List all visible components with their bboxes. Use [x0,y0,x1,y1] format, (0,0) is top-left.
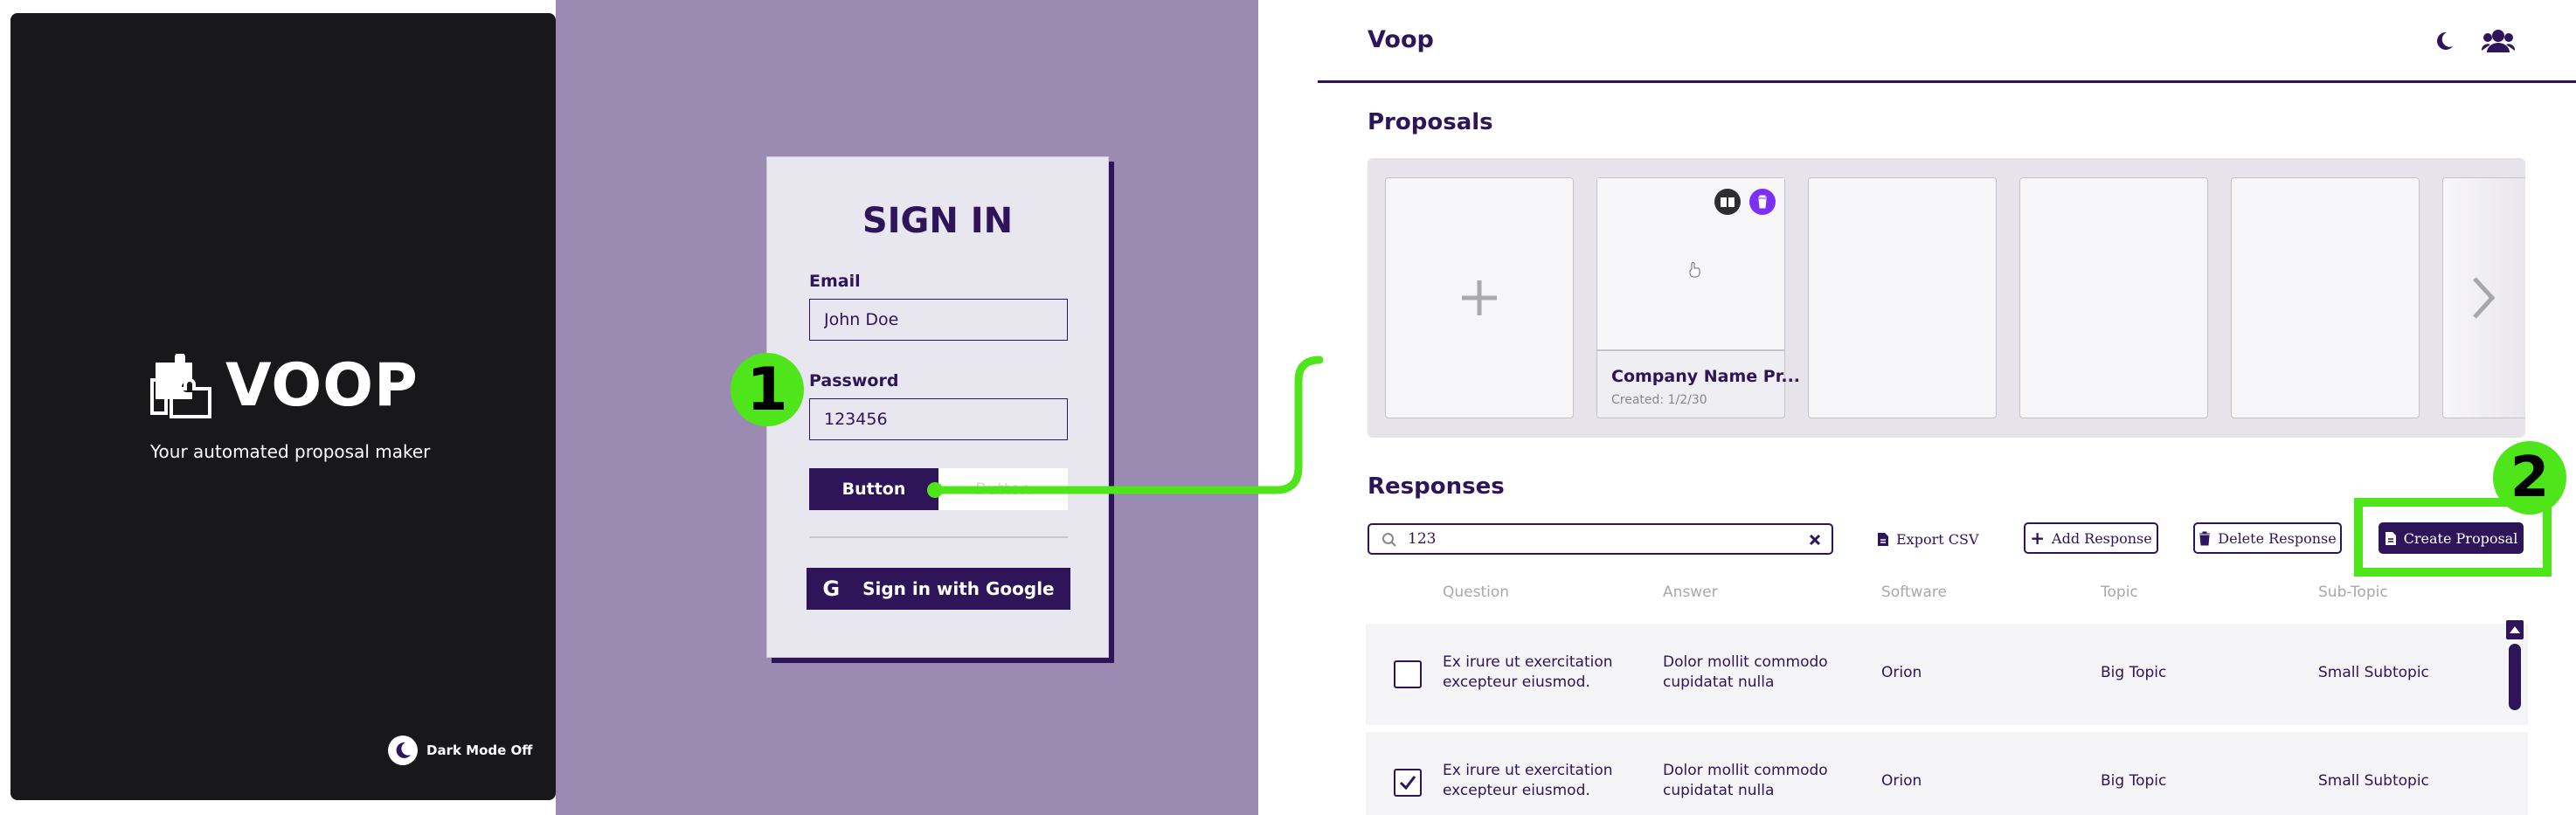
topic-cell: Big Topic [2101,664,2167,681]
proposals-carousel: Company Name Pr... Created: 1/2/30 [1368,158,2525,438]
column-header-software[interactable]: Software [1881,584,1947,601]
software-cell: Orion [1881,664,1922,681]
question-cell: Ex irure ut exercitation excepteur eiusm… [1443,762,1613,799]
file-icon [1878,532,1888,546]
scroll-up-button[interactable] [2506,620,2524,639]
plus-icon [1462,280,1497,315]
proposal-card-empty[interactable] [1808,177,1997,418]
plus-icon: + [2030,528,2046,549]
subtopic-cell: Small Subtopic [2318,772,2429,790]
step-badge-1: 1 [731,353,804,426]
hand-cursor-icon [1689,262,1700,278]
column-header-subtopic[interactable]: Sub-Topic [2318,584,2388,601]
row-checkbox-checked[interactable] [1394,769,1422,797]
moon-icon[interactable] [2433,30,2455,52]
proposal-date: Created: 1/2/30 [1611,393,1707,407]
add-response-label: Add Response [2052,529,2152,547]
column-header-answer[interactable]: Answer [1663,584,1718,601]
export-csv-button[interactable]: Export CSV [1877,522,1979,556]
answer-cell: Dolor mollit commodo cupidatat nulla [1663,653,1828,691]
table-row: Ex irure ut exercitation excepteur eiusm… [1366,624,2528,725]
subtopic-cell: Small Subtopic [2318,664,2429,681]
proposal-card[interactable]: Company Name Pr... Created: 1/2/30 [1596,177,1800,418]
column-header-topic[interactable]: Topic [2101,584,2138,601]
table-row: Ex irure ut exercitation excepteur eiusm… [1366,732,2528,815]
checkmark-icon [1399,776,1416,791]
card-divider [1597,349,1784,351]
proposal-name: Company Name Pr... [1611,367,1801,386]
responses-title: Responses [1368,473,1505,500]
caret-up-icon [2510,626,2520,633]
proposal-card-empty[interactable] [2019,177,2208,418]
delete-response-label: Delete Response [2218,529,2337,547]
users-icon[interactable] [2482,28,2515,54]
add-response-button[interactable]: + Add Response [2024,522,2158,554]
scrollbar-thumb[interactable] [2509,644,2521,710]
trash-icon[interactable] [1749,189,1776,215]
software-cell: Orion [1881,772,1922,790]
step-badge-2: 2 [2493,441,2566,515]
chevron-right-icon[interactable] [2470,275,2496,321]
search-input[interactable] [1408,528,1783,550]
new-proposal-card[interactable] [1385,177,1574,418]
proposal-card-empty[interactable] [2231,177,2420,418]
question-cell: Ex irure ut exercitation excepteur eiusm… [1443,653,1613,691]
book-icon[interactable] [1714,189,1741,215]
column-header-question[interactable]: Question [1443,584,1509,601]
export-csv-label: Export CSV [1896,530,1979,548]
search-box [1368,523,1833,555]
clear-icon[interactable] [1808,533,1822,547]
row-checkbox[interactable] [1394,660,1422,688]
trash-icon [2199,531,2211,545]
app-title: Voop [1368,26,1434,53]
delete-response-button[interactable]: Delete Response [2193,522,2342,554]
topic-cell: Big Topic [2101,772,2167,790]
answer-cell: Dolor mollit commodo cupidatat nulla [1663,762,1828,799]
header-divider [1318,80,2576,83]
search-icon [1382,533,1396,547]
proposals-title: Proposals [1368,109,1493,135]
